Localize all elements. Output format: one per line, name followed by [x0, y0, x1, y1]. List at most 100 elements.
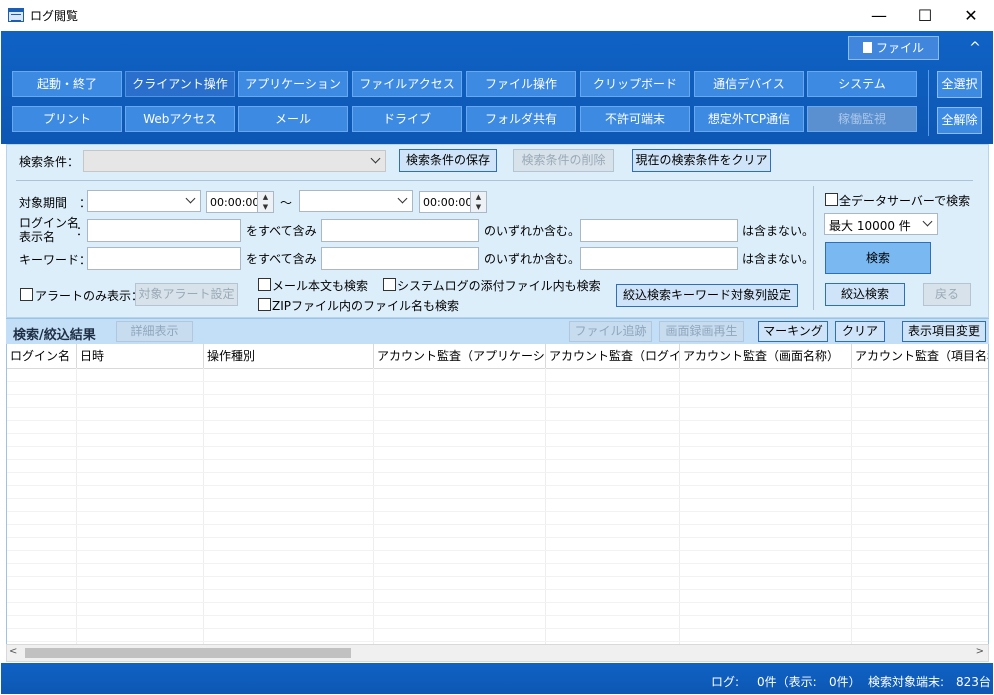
login-include-any-input[interactable]	[321, 219, 479, 242]
chevron-down-icon	[922, 216, 933, 227]
horizontal-scrollbar[interactable]: < >	[6, 644, 989, 662]
category-comm-device[interactable]: 通信デバイス	[694, 71, 804, 97]
select-all-button[interactable]: 全選択	[937, 71, 982, 98]
category-file-access[interactable]: ファイルアクセス	[352, 71, 462, 97]
date-from-dropdown[interactable]	[87, 190, 201, 212]
panel-divider-vertical	[813, 186, 814, 310]
category-unauthorized-terminal[interactable]: 不許可端末	[580, 106, 690, 132]
panel-divider	[16, 180, 973, 181]
contains-all-label: をすべて含み	[246, 252, 317, 266]
save-condition-button[interactable]: 検索条件の保存	[399, 149, 497, 172]
minimize-button[interactable]: —	[856, 0, 902, 31]
grid-row-line	[7, 615, 988, 616]
clear-condition-button[interactable]: 現在の検索条件をクリア	[632, 149, 771, 172]
title-bar	[0, 0, 994, 31]
chevron-down-icon	[397, 193, 408, 204]
collapse-chevron-icon[interactable]: ^	[966, 38, 984, 58]
category-client-operation[interactable]: クライアント操作	[125, 71, 235, 97]
zip-filenames-label: ZIPファイル内のファイル名も検索	[272, 299, 459, 313]
status-shown-count: 0件）	[829, 675, 861, 689]
refine-search-button[interactable]: 絞込検索	[825, 283, 905, 306]
marking-button[interactable]: マーキング	[758, 321, 828, 342]
search-condition-dropdown[interactable]	[83, 150, 386, 172]
category-clipboard[interactable]: クリップボード	[580, 71, 690, 97]
not-contains-label: は含まない。	[742, 252, 815, 266]
search-button[interactable]: 検索	[825, 242, 931, 274]
category-unexpected-tcp[interactable]: 想定外TCP通信	[694, 106, 804, 132]
scroll-thumb[interactable]	[25, 648, 351, 658]
alert-settings-button: 対象アラート設定	[135, 283, 238, 306]
column-header-datetime[interactable]: 日時	[77, 344, 204, 368]
log-viewer-app-icon	[8, 8, 24, 22]
zip-filenames-checkbox[interactable]	[258, 298, 271, 311]
keyword-include-any-input[interactable]	[321, 247, 479, 270]
not-contains-label: は含まない。	[742, 224, 815, 238]
alert-only-checkbox[interactable]	[20, 288, 33, 301]
alert-only-label: アラートのみ表示：	[35, 289, 144, 303]
grid-row-line	[7, 485, 988, 486]
date-to-dropdown[interactable]	[299, 190, 413, 212]
all-servers-checkbox[interactable]	[825, 193, 838, 206]
category-startup-shutdown[interactable]: 起動・終了	[12, 71, 122, 97]
column-header-audit-login[interactable]: アカウント監査（ログイン...	[546, 344, 680, 368]
grid-row-line	[7, 550, 988, 551]
grid-row-line	[7, 576, 988, 577]
file-trace-button: ファイル追跡	[569, 321, 652, 342]
category-application[interactable]: アプリケーション	[238, 71, 348, 97]
close-button[interactable]: ✕	[948, 0, 994, 31]
column-header-operation-type[interactable]: 操作種別	[204, 344, 374, 368]
scroll-left-icon[interactable]: <	[9, 646, 17, 657]
grid-row-line	[7, 459, 988, 460]
category-print[interactable]: プリント	[12, 106, 122, 132]
category-web-access[interactable]: Webアクセス	[125, 106, 235, 132]
grid-row-line	[7, 628, 988, 629]
period-label: 対象期間 ：	[19, 196, 92, 210]
category-system[interactable]: システム	[807, 71, 917, 97]
category-drive[interactable]: ドライブ	[352, 106, 462, 132]
grid-row-line	[7, 589, 988, 590]
time-to-spinner[interactable]: 00:00:00 ▲ ▼	[419, 191, 487, 213]
spin-down-icon[interactable]: ▼	[470, 202, 486, 212]
keyword-include-all-input[interactable]	[87, 247, 241, 270]
period-tilde: ～	[280, 196, 293, 210]
mail-body-checkbox[interactable]	[258, 278, 271, 291]
category-mail[interactable]: メール	[238, 106, 348, 132]
chevron-down-icon	[370, 153, 381, 164]
keyword-exclude-input[interactable]	[580, 247, 738, 270]
column-header-login[interactable]: ログイン名	[7, 344, 77, 368]
clear-all-button[interactable]: 全解除	[937, 107, 982, 134]
maximize-button[interactable]: ☐	[902, 0, 948, 31]
category-file-operation[interactable]: ファイル操作	[466, 71, 576, 97]
file-menu-button[interactable]: ファイル	[848, 36, 939, 60]
status-targets-count: 823台	[956, 675, 991, 689]
max-results-dropdown[interactable]: 最大 10000 件	[824, 213, 938, 235]
grid-row-line	[7, 446, 988, 447]
clear-results-button[interactable]: クリア	[835, 321, 885, 342]
change-columns-button[interactable]: 表示項目変更	[902, 321, 986, 342]
grid-header: ログイン名 日時 操作種別 アカウント監査（アプリケーショ... アカウント監査…	[7, 344, 988, 369]
grid-row-line	[7, 641, 988, 642]
syslog-attachment-checkbox[interactable]	[383, 278, 396, 291]
all-servers-label: 全データサーバーで検索	[839, 194, 971, 208]
contains-all-label: をすべて含み	[246, 224, 317, 238]
grid-row-line	[7, 563, 988, 564]
column-header-audit-app[interactable]: アカウント監査（アプリケーショ...	[374, 344, 546, 368]
login-include-all-input[interactable]	[87, 219, 241, 242]
time-from-spinner[interactable]: 00:00:00 ▲ ▼	[206, 191, 274, 213]
scroll-right-icon[interactable]: >	[976, 646, 984, 657]
mail-body-label: メール本文も検索	[272, 279, 369, 293]
column-header-audit-item[interactable]: アカウント監査（項目名称	[852, 344, 988, 368]
grid-row-line	[7, 433, 988, 434]
spin-down-icon[interactable]: ▼	[257, 202, 273, 212]
grid-row-line	[7, 524, 988, 525]
results-title: 検索/絞込結果	[13, 328, 96, 343]
back-button: 戻る	[923, 283, 971, 306]
status-log-label: ログ:	[711, 675, 740, 689]
login-exclude-input[interactable]	[580, 219, 738, 242]
keyword-columns-button[interactable]: 絞込検索キーワード対象列設定	[616, 284, 798, 307]
grid-row-line	[7, 420, 988, 421]
column-header-audit-screen[interactable]: アカウント監査（画面名称）	[680, 344, 852, 368]
chevron-down-icon	[185, 193, 196, 204]
results-grid[interactable]: ログイン名 日時 操作種別 アカウント監査（アプリケーショ... アカウント監査…	[6, 344, 989, 644]
category-folder-share[interactable]: フォルダ共有	[466, 106, 576, 132]
